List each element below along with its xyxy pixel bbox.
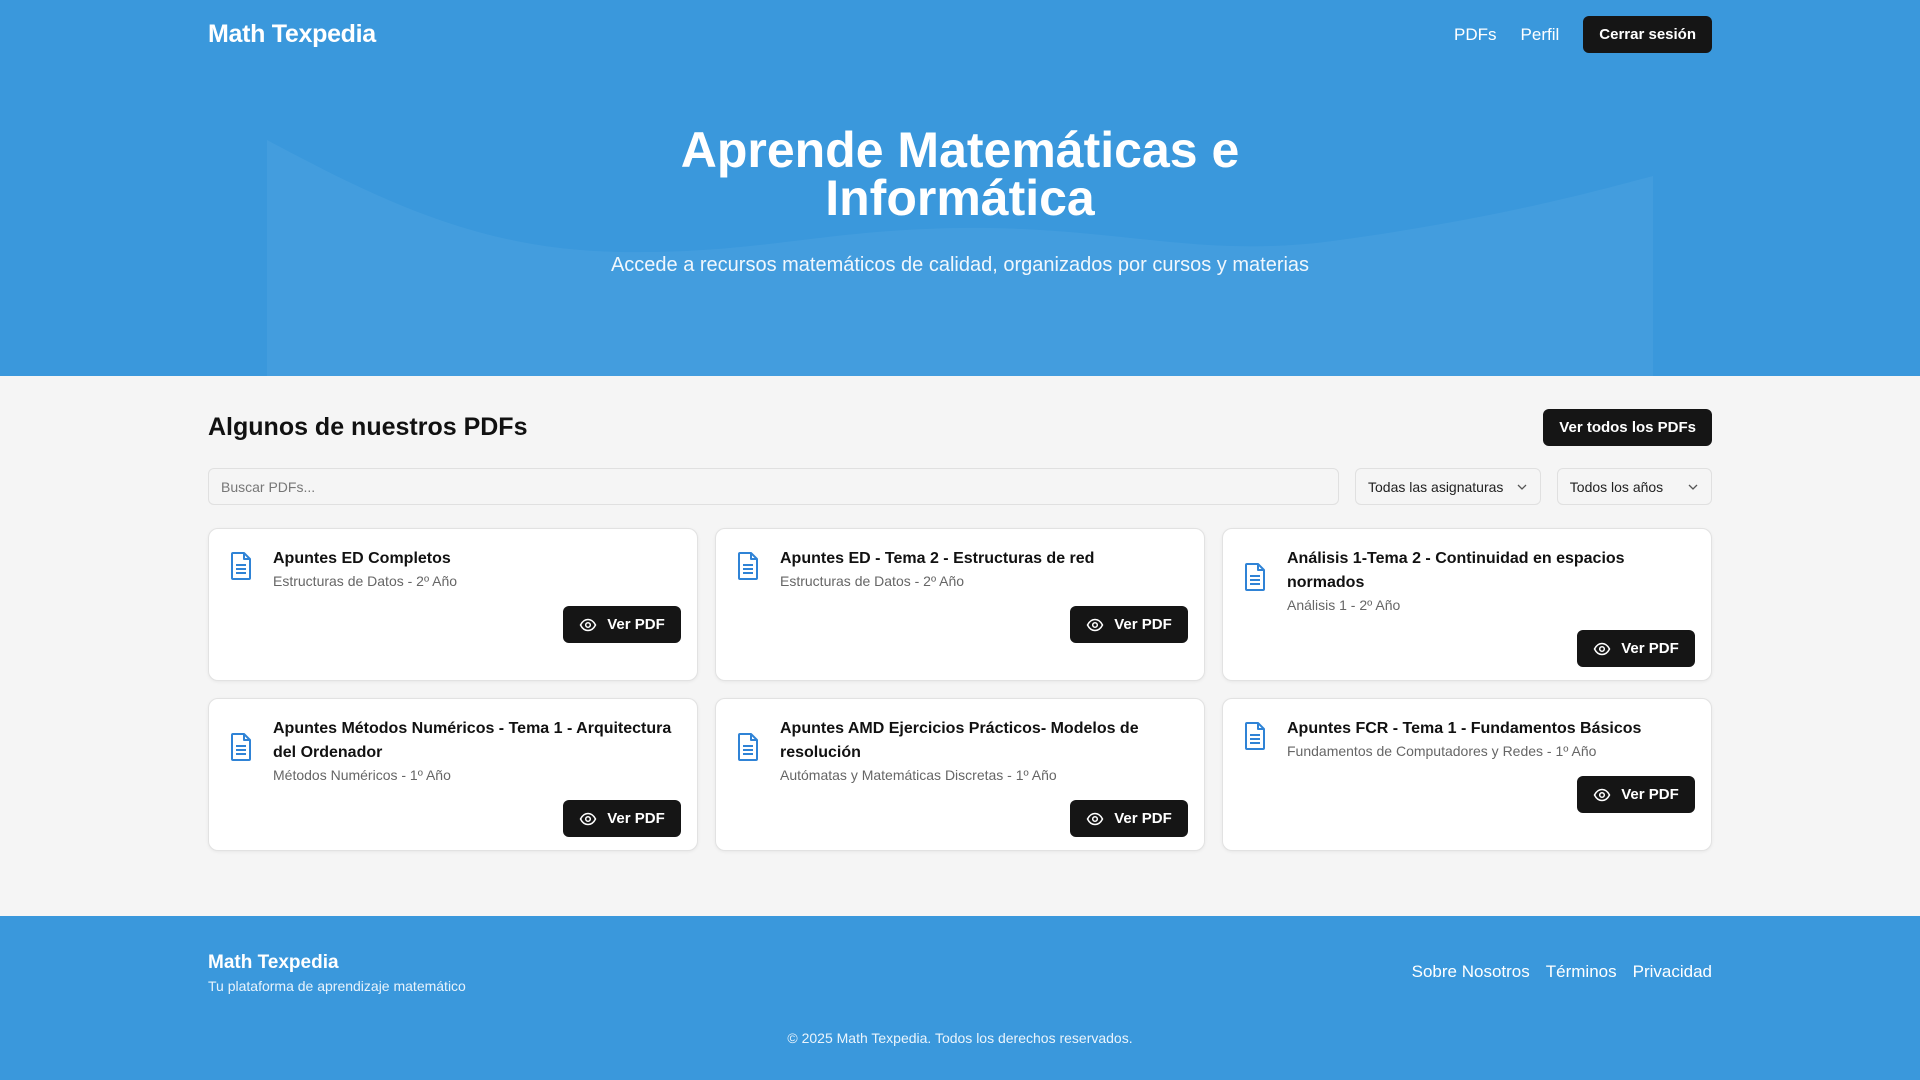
card-meta: Estructuras de Datos - 2º Año bbox=[780, 573, 965, 589]
nav-link-perfil[interactable]: Perfil bbox=[1521, 25, 1560, 45]
eye-icon bbox=[579, 618, 597, 631]
card-meta: Fundamentos de Computadores y Redes - 1º… bbox=[1287, 743, 1597, 759]
footer-brand: Math Texpedia bbox=[208, 952, 339, 973]
hero-title: Aprende Matemáticas e Informática bbox=[0, 122, 1920, 226]
view-pdf-label: Ver PDF bbox=[1621, 640, 1679, 657]
card-title: Apuntes FCR - Tema 1 - Fundamentos Básic… bbox=[1287, 720, 1642, 737]
view-pdf-button[interactable]: Ver PDF bbox=[1577, 776, 1695, 813]
card-body: Apuntes FCR - Tema 1 - Fundamentos Básic… bbox=[1287, 717, 1695, 761]
view-pdf-button[interactable]: Ver PDF bbox=[1070, 606, 1188, 643]
top-navigation: Math Texpedia PDFs Perfil Cerrar sesión bbox=[208, 16, 1712, 53]
pdf-card: Análisis 1-Tema 2 - Continuidad en espac… bbox=[1222, 528, 1712, 681]
card-title: Apuntes Métodos Numéricos - Tema 1 - Arq… bbox=[273, 720, 672, 761]
year-select-value: Todos los años bbox=[1569, 478, 1664, 495]
view-pdf-label: Ver PDF bbox=[1114, 810, 1172, 827]
view-pdf-button[interactable]: Ver PDF bbox=[563, 800, 681, 837]
view-pdf-label: Ver PDF bbox=[1621, 786, 1679, 803]
view-pdf-label: Ver PDF bbox=[1114, 616, 1172, 633]
view-pdf-label: Ver PDF bbox=[607, 810, 665, 827]
hero-subtitle: Accede a recursos matemáticos de calidad… bbox=[610, 254, 1310, 276]
footer-tagline: Tu plataforma de aprendizaje matemático bbox=[208, 978, 466, 994]
footer-link-terms[interactable]: Términos bbox=[1546, 962, 1617, 982]
pdf-card: Apuntes ED Completos Estructuras de Dato… bbox=[208, 528, 698, 681]
view-pdf-label: Ver PDF bbox=[607, 616, 665, 633]
pdf-card: Apuntes AMD Ejercicios Prácticos- Modelo… bbox=[715, 698, 1205, 851]
filter-bar: Todas las asignaturas Todos los años bbox=[208, 468, 1712, 505]
pdf-card: Apuntes FCR - Tema 1 - Fundamentos Básic… bbox=[1222, 698, 1712, 851]
document-icon bbox=[738, 552, 758, 580]
footer-link-about[interactable]: Sobre Nosotros bbox=[1412, 962, 1530, 982]
chevron-down-icon bbox=[1688, 484, 1698, 490]
document-icon bbox=[231, 733, 251, 761]
card-body: Análisis 1-Tema 2 - Continuidad en espac… bbox=[1287, 547, 1695, 615]
pdf-card-grid: Apuntes ED Completos Estructuras de Dato… bbox=[208, 528, 1712, 851]
logout-button[interactable]: Cerrar sesión bbox=[1583, 16, 1712, 53]
section-header: Algunos de nuestros PDFs Ver todos los P… bbox=[208, 408, 1712, 446]
site-logo[interactable]: Math Texpedia bbox=[208, 20, 376, 49]
eye-icon bbox=[1086, 618, 1104, 631]
search-input[interactable] bbox=[208, 468, 1339, 505]
subject-select-value: Todas las asignaturas bbox=[1368, 478, 1504, 495]
eye-icon bbox=[1593, 788, 1611, 801]
card-title: Apuntes AMD Ejercicios Prácticos- Modelo… bbox=[780, 720, 1139, 761]
card-meta: Autómatas y Matemáticas Discretas - 1º A… bbox=[780, 767, 1057, 783]
footer-link-privacy[interactable]: Privacidad bbox=[1633, 962, 1712, 982]
nav-link-pdfs[interactable]: PDFs bbox=[1454, 25, 1497, 45]
document-icon bbox=[738, 733, 758, 761]
card-body: Apuntes Métodos Numéricos - Tema 1 - Arq… bbox=[273, 717, 681, 785]
eye-icon bbox=[579, 812, 597, 825]
view-pdf-button[interactable]: Ver PDF bbox=[1577, 630, 1695, 667]
card-meta: Métodos Numéricos - 1º Año bbox=[273, 767, 451, 783]
card-body: Apuntes AMD Ejercicios Prácticos- Modelo… bbox=[780, 717, 1188, 785]
eye-icon bbox=[1086, 812, 1104, 825]
card-body: Apuntes ED - Tema 2 - Estructuras de red… bbox=[780, 547, 1188, 591]
view-pdf-button[interactable]: Ver PDF bbox=[1070, 800, 1188, 837]
hero-title-line-1: Aprende Matemáticas e bbox=[680, 122, 1240, 178]
pdf-card: Apuntes Métodos Numéricos - Tema 1 - Arq… bbox=[208, 698, 698, 851]
pdf-card: Apuntes ED - Tema 2 - Estructuras de red… bbox=[715, 528, 1205, 681]
card-body: Apuntes ED Completos Estructuras de Dato… bbox=[273, 547, 681, 591]
card-meta: Análisis 1 - 2º Año bbox=[1287, 597, 1401, 613]
year-select[interactable]: Todos los años bbox=[1556, 468, 1712, 505]
view-pdf-button[interactable]: Ver PDF bbox=[563, 606, 681, 643]
hero-title-line-2: Informática bbox=[825, 170, 1095, 226]
nav-links: PDFs Perfil Cerrar sesión bbox=[1454, 16, 1712, 53]
chevron-down-icon bbox=[1517, 484, 1527, 490]
card-meta: Estructuras de Datos - 2º Año bbox=[273, 573, 458, 589]
footer-links: Sobre Nosotros Términos Privacidad bbox=[1396, 962, 1712, 982]
hero-section: Math Texpedia PDFs Perfil Cerrar sesión … bbox=[0, 0, 1920, 376]
copyright-text: © 2025 Math Texpedia. Todos los derechos… bbox=[787, 1030, 1133, 1046]
card-title: Apuntes ED Completos bbox=[273, 550, 451, 567]
card-title: Análisis 1-Tema 2 - Continuidad en espac… bbox=[1287, 550, 1625, 591]
site-footer: Math Texpedia Tu plataforma de aprendiza… bbox=[0, 916, 1920, 1080]
view-all-pdfs-button[interactable]: Ver todos los PDFs bbox=[1543, 408, 1712, 446]
card-title: Apuntes ED - Tema 2 - Estructuras de red bbox=[780, 550, 1095, 567]
document-icon bbox=[231, 552, 251, 580]
section-title: Algunos de nuestros PDFs bbox=[208, 412, 528, 441]
subject-select[interactable]: Todas las asignaturas bbox=[1355, 468, 1541, 505]
eye-icon bbox=[1593, 642, 1611, 655]
document-icon bbox=[1245, 722, 1265, 750]
document-icon bbox=[1245, 563, 1265, 591]
